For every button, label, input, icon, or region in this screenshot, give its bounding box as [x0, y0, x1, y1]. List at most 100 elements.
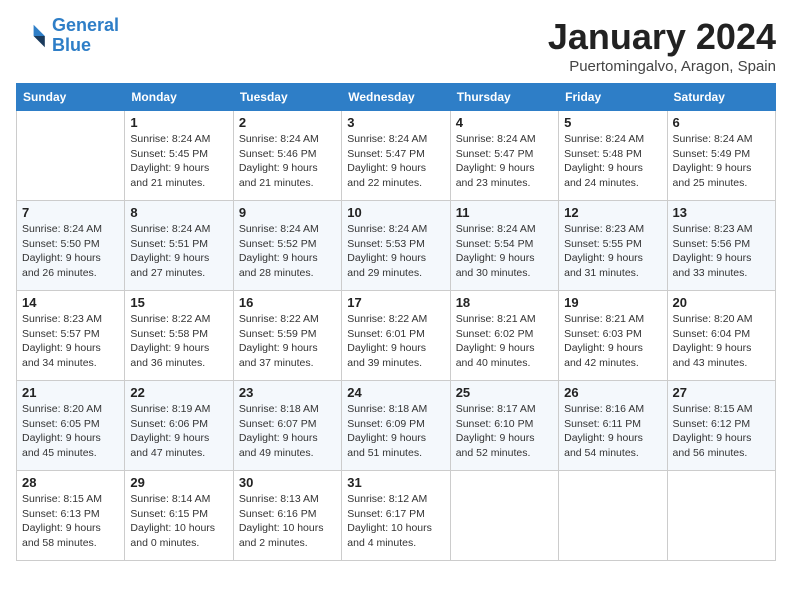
calendar-cell: 22 Sunrise: 8:19 AMSunset: 6:06 PMDayligh…	[125, 381, 233, 471]
day-number: 23	[239, 385, 336, 400]
calendar-cell: 4Sunrise: 8:24 AMSunset: 5:47 PMDaylight…	[450, 111, 558, 201]
calendar-cell	[667, 471, 775, 561]
calendar-cell: 2 Sunrise: 8:24 AMSunset: 5:46 PMDaylight…	[233, 111, 341, 201]
day-info: Sunrise: 8:12 AMSunset: 6:17 PMDaylight:…	[347, 492, 444, 551]
day-number: 1	[130, 115, 227, 130]
weekday-header-thursday: Thursday	[450, 84, 558, 111]
day-number: 24	[347, 385, 444, 400]
calendar-cell	[450, 471, 558, 561]
weekday-header-saturday: Saturday	[667, 84, 775, 111]
weekday-header-sunday: Sunday	[17, 84, 125, 111]
day-number: 6	[673, 115, 770, 130]
day-number: 29	[130, 475, 227, 490]
week-row-5: 28Sunrise: 8:15 AMSunset: 6:13 PMDayligh…	[17, 471, 776, 561]
day-info: Sunrise: 8:24 AMSunset: 5:46 PMDaylight:…	[239, 132, 336, 191]
weekday-header-wednesday: Wednesday	[342, 84, 450, 111]
day-info: Sunrise: 8:23 AMSunset: 5:56 PMDaylight:…	[673, 222, 770, 281]
calendar-cell: 13 Sunrise: 8:23 AMSunset: 5:56 PMDayligh…	[667, 201, 775, 291]
calendar-cell	[17, 111, 125, 201]
day-number: 12	[564, 205, 661, 220]
calendar-cell: 27 Sunrise: 8:15 AMSunset: 6:12 PMDayligh…	[667, 381, 775, 471]
day-info: Sunrise: 8:22 AMSunset: 6:01 PMDaylight:…	[347, 312, 444, 371]
day-info: Sunrise: 8:24 AMSunset: 5:47 PMDaylight:…	[456, 132, 553, 191]
calendar-cell: 28Sunrise: 8:15 AMSunset: 6:13 PMDayligh…	[17, 471, 125, 561]
day-info: Sunrise: 8:21 AMSunset: 6:02 PMDaylight:…	[456, 312, 553, 371]
title-block: January 2024 Puertomingalvo, Aragon, Spa…	[548, 16, 776, 75]
day-number: 28	[22, 475, 119, 490]
day-number: 18	[456, 295, 553, 310]
calendar-cell: 9 Sunrise: 8:24 AMSunset: 5:52 PMDaylight…	[233, 201, 341, 291]
calendar-cell: 23 Sunrise: 8:18 AMSunset: 6:07 PMDayligh…	[233, 381, 341, 471]
day-info: Sunrise: 8:24 AMSunset: 5:49 PMDaylight:…	[673, 132, 770, 191]
calendar-cell: 7 Sunrise: 8:24 AMSunset: 5:50 PMDaylight…	[17, 201, 125, 291]
day-number: 31	[347, 475, 444, 490]
calendar-cell: 17 Sunrise: 8:22 AMSunset: 6:01 PMDayligh…	[342, 291, 450, 381]
day-info: Sunrise: 8:20 AMSunset: 6:05 PMDaylight:…	[22, 402, 119, 461]
day-info: Sunrise: 8:24 AMSunset: 5:45 PMDaylight:…	[130, 132, 227, 191]
day-number: 13	[673, 205, 770, 220]
calendar-cell: 19Sunrise: 8:21 AMSunset: 6:03 PMDayligh…	[559, 291, 667, 381]
calendar-cell: 15 Sunrise: 8:22 AMSunset: 5:58 PMDayligh…	[125, 291, 233, 381]
calendar-table: SundayMondayTuesdayWednesdayThursdayFrid…	[16, 83, 776, 561]
day-number: 22	[130, 385, 227, 400]
day-info: Sunrise: 8:15 AMSunset: 6:12 PMDaylight:…	[673, 402, 770, 461]
day-info: Sunrise: 8:16 AMSunset: 6:11 PMDaylight:…	[564, 402, 661, 461]
day-number: 21	[22, 385, 119, 400]
day-info: Sunrise: 8:14 AMSunset: 6:15 PMDaylight:…	[130, 492, 227, 551]
calendar-cell: 24Sunrise: 8:18 AMSunset: 6:09 PMDayligh…	[342, 381, 450, 471]
day-info: Sunrise: 8:22 AMSunset: 5:58 PMDaylight:…	[130, 312, 227, 371]
week-row-4: 21 Sunrise: 8:20 AMSunset: 6:05 PMDayligh…	[17, 381, 776, 471]
day-number: 27	[673, 385, 770, 400]
calendar-cell: 3Sunrise: 8:24 AMSunset: 5:47 PMDaylight…	[342, 111, 450, 201]
calendar-cell: 25 Sunrise: 8:17 AMSunset: 6:10 PMDayligh…	[450, 381, 558, 471]
day-info: Sunrise: 8:23 AMSunset: 5:57 PMDaylight:…	[22, 312, 119, 371]
day-number: 19	[564, 295, 661, 310]
calendar-cell: 14 Sunrise: 8:23 AMSunset: 5:57 PMDayligh…	[17, 291, 125, 381]
week-row-2: 7 Sunrise: 8:24 AMSunset: 5:50 PMDaylight…	[17, 201, 776, 291]
day-info: Sunrise: 8:24 AMSunset: 5:48 PMDaylight:…	[564, 132, 661, 191]
day-number: 16	[239, 295, 336, 310]
day-info: Sunrise: 8:20 AMSunset: 6:04 PMDaylight:…	[673, 312, 770, 371]
calendar-cell	[559, 471, 667, 561]
weekday-header-monday: Monday	[125, 84, 233, 111]
day-number: 7	[22, 205, 119, 220]
weekday-header-tuesday: Tuesday	[233, 84, 341, 111]
day-number: 10	[347, 205, 444, 220]
weekday-header-row: SundayMondayTuesdayWednesdayThursdayFrid…	[17, 84, 776, 111]
week-row-3: 14 Sunrise: 8:23 AMSunset: 5:57 PMDayligh…	[17, 291, 776, 381]
day-info: Sunrise: 8:23 AMSunset: 5:55 PMDaylight:…	[564, 222, 661, 281]
weekday-header-friday: Friday	[559, 84, 667, 111]
calendar-cell: 8Sunrise: 8:24 AMSunset: 5:51 PMDaylight…	[125, 201, 233, 291]
calendar-cell: 18 Sunrise: 8:21 AMSunset: 6:02 PMDayligh…	[450, 291, 558, 381]
day-info: Sunrise: 8:18 AMSunset: 6:07 PMDaylight:…	[239, 402, 336, 461]
day-info: Sunrise: 8:17 AMSunset: 6:10 PMDaylight:…	[456, 402, 553, 461]
day-number: 26	[564, 385, 661, 400]
calendar-cell: 10 Sunrise: 8:24 AMSunset: 5:53 PMDayligh…	[342, 201, 450, 291]
day-number: 25	[456, 385, 553, 400]
calendar-cell: 6 Sunrise: 8:24 AMSunset: 5:49 PMDaylight…	[667, 111, 775, 201]
day-info: Sunrise: 8:24 AMSunset: 5:54 PMDaylight:…	[456, 222, 553, 281]
day-number: 20	[673, 295, 770, 310]
day-info: Sunrise: 8:22 AMSunset: 5:59 PMDaylight:…	[239, 312, 336, 371]
calendar-cell: 16 Sunrise: 8:22 AMSunset: 5:59 PMDayligh…	[233, 291, 341, 381]
day-number: 3	[347, 115, 444, 130]
day-number: 11	[456, 205, 553, 220]
calendar-cell: 20 Sunrise: 8:20 AMSunset: 6:04 PMDayligh…	[667, 291, 775, 381]
day-info: Sunrise: 8:19 AMSunset: 6:06 PMDaylight:…	[130, 402, 227, 461]
day-info: Sunrise: 8:13 AMSunset: 6:16 PMDaylight:…	[239, 492, 336, 551]
page-header: General Blue January 2024 Puertomingalvo…	[16, 16, 776, 75]
calendar-cell: 5Sunrise: 8:24 AMSunset: 5:48 PMDaylight…	[559, 111, 667, 201]
calendar-cell: 12 Sunrise: 8:23 AMSunset: 5:55 PMDayligh…	[559, 201, 667, 291]
day-number: 30	[239, 475, 336, 490]
day-info: Sunrise: 8:24 AMSunset: 5:52 PMDaylight:…	[239, 222, 336, 281]
day-info: Sunrise: 8:24 AMSunset: 5:53 PMDaylight:…	[347, 222, 444, 281]
day-number: 2	[239, 115, 336, 130]
day-number: 14	[22, 295, 119, 310]
day-info: Sunrise: 8:24 AMSunset: 5:50 PMDaylight:…	[22, 222, 119, 281]
logo-line1: General	[52, 15, 119, 35]
day-number: 9	[239, 205, 336, 220]
logo: General Blue	[16, 16, 119, 56]
day-number: 17	[347, 295, 444, 310]
calendar-cell: 31 Sunrise: 8:12 AMSunset: 6:17 PMDayligh…	[342, 471, 450, 561]
day-number: 15	[130, 295, 227, 310]
